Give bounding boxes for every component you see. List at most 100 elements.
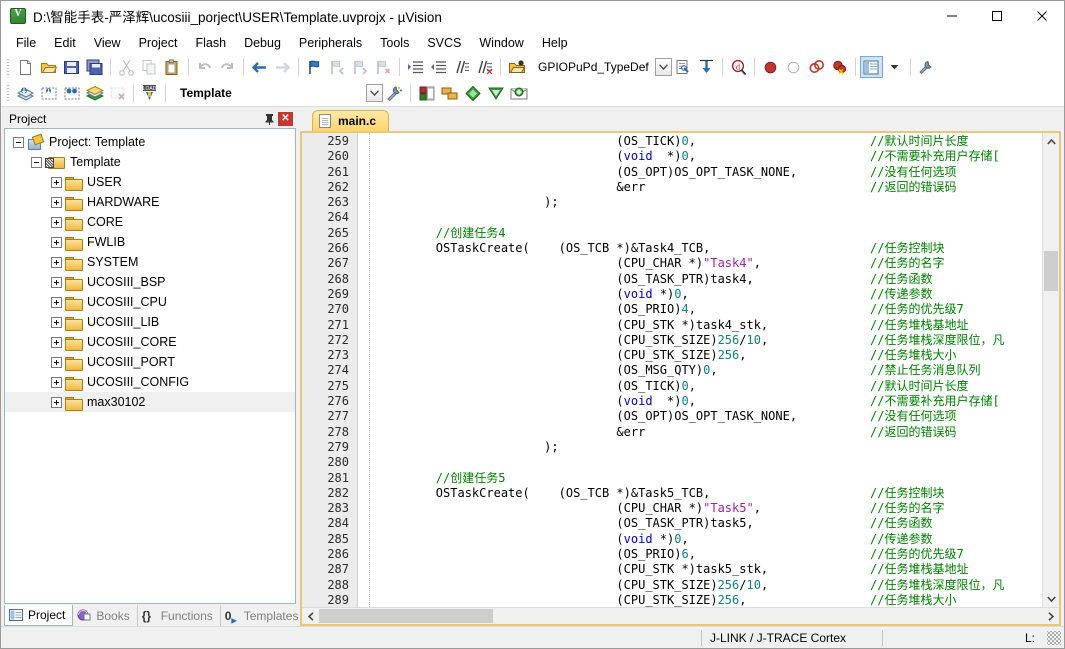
insert-breakpoint-icon[interactable]: [759, 56, 782, 78]
menu-file[interactable]: File: [7, 33, 45, 53]
rebuild-icon[interactable]: [60, 82, 83, 104]
menu-peripherals[interactable]: Peripherals: [290, 33, 371, 53]
cut-icon[interactable]: [115, 56, 138, 78]
comment-lines-icon[interactable]: [450, 56, 473, 78]
download-icon[interactable]: LOAD: [138, 82, 161, 104]
target-select-value[interactable]: Template: [180, 86, 360, 100]
bookmark-next-icon[interactable]: [349, 56, 372, 78]
menu-view[interactable]: View: [85, 33, 130, 53]
expander-toggle[interactable]: [51, 356, 62, 368]
code-line[interactable]: (CPU_STK *)task5_stk, //任务堆栈基地址: [370, 562, 1042, 577]
tree-node-ucosiii-port[interactable]: UCOSIII_PORT: [5, 352, 295, 372]
save-icon[interactable]: [60, 56, 83, 78]
menu-edit[interactable]: Edit: [45, 33, 85, 53]
manage-project-items-icon[interactable]: [415, 82, 438, 104]
new-file-icon[interactable]: [14, 56, 37, 78]
tree-node-project[interactable]: Project: Template: [5, 132, 295, 152]
code-line[interactable]: (void *)0, //不需要补充用户存储[: [370, 394, 1042, 409]
tab-books[interactable]: Books: [73, 605, 138, 626]
menu-help[interactable]: Help: [533, 33, 577, 53]
tree-node-target[interactable]: Template: [5, 152, 295, 172]
save-all-icon[interactable]: [83, 56, 106, 78]
code-line[interactable]: [370, 210, 1042, 225]
target-options-icon[interactable]: [383, 82, 406, 104]
configure-icon[interactable]: [915, 56, 938, 78]
undo-icon[interactable]: [193, 56, 216, 78]
menu-flash[interactable]: Flash: [186, 33, 235, 53]
code-line[interactable]: (CPU_STK_SIZE)256, //任务堆栈大小: [370, 348, 1042, 363]
scroll-right-chevron-right-icon[interactable]: [1042, 608, 1059, 624]
code-line[interactable]: (OS_OPT)OS_OPT_TASK_NONE, //没有任何选项: [370, 165, 1042, 180]
toolbar-grip[interactable]: [5, 57, 12, 77]
manage-multi-project-icon[interactable]: [438, 82, 461, 104]
code-line[interactable]: (CPU_STK_SIZE)256/10, //任务堆栈深度限位，凡: [370, 333, 1042, 348]
code-line[interactable]: (CPU_STK_SIZE)256/10, //任务堆栈深度限位，凡: [370, 578, 1042, 593]
redo-icon[interactable]: [216, 56, 239, 78]
manage-run-time-env-icon[interactable]: [484, 82, 507, 104]
vertical-scroll-track[interactable]: [1043, 150, 1059, 590]
code-line[interactable]: OSTaskCreate( (OS_TCB *)&Task5_TCB, //任务控…: [370, 486, 1042, 501]
code-line[interactable]: (void *)0, //传递参数: [370, 287, 1042, 302]
open-file-icon[interactable]: [37, 56, 60, 78]
code-line[interactable]: &err //返回的错误码: [370, 180, 1042, 195]
software-packs-icon[interactable]: [507, 82, 530, 104]
tree-node-hardware[interactable]: HARDWARE: [5, 192, 295, 212]
code-line[interactable]: (OS_TICK)0, //默认时间片长度: [370, 134, 1042, 149]
expander-toggle[interactable]: [51, 176, 62, 188]
resize-grip-icon[interactable]: [1047, 630, 1061, 645]
minimize-button[interactable]: [929, 1, 974, 31]
tree-node-fwlib[interactable]: FWLIB: [5, 232, 295, 252]
pin-icon[interactable]: [261, 111, 278, 127]
code-line[interactable]: (void *)0, //传递参数: [370, 532, 1042, 547]
tree-node-user[interactable]: USER: [5, 172, 295, 192]
tab-functions[interactable]: {} Functions: [138, 605, 221, 626]
navigate-back-icon[interactable]: [248, 56, 271, 78]
code-line[interactable]: &err //返回的错误码: [370, 425, 1042, 440]
code-line[interactable]: (CPU_STK_SIZE)256, //任务堆栈大小: [370, 593, 1042, 607]
code-line[interactable]: (OS_TASK_PTR)task5, //任务函数: [370, 516, 1042, 531]
horizontal-scroll-track[interactable]: [319, 608, 1042, 624]
vertical-scroll-thumb[interactable]: [1044, 251, 1058, 291]
open-documents-icon[interactable]: [505, 56, 528, 78]
expander-toggle[interactable]: [51, 296, 62, 308]
code-line[interactable]: );: [370, 195, 1042, 210]
kill-all-breakpoints-icon[interactable]: [805, 56, 828, 78]
project-panel-close-icon[interactable]: ✕: [278, 111, 293, 126]
tree-node-system[interactable]: SYSTEM: [5, 252, 295, 272]
menu-debug[interactable]: Debug: [235, 33, 290, 53]
symbol-field[interactable]: GPIOPuPd_TypeDef: [538, 60, 649, 74]
toolbar-grip[interactable]: [5, 83, 12, 103]
uncomment-lines-icon[interactable]: [473, 56, 496, 78]
expander-toggle[interactable]: [51, 216, 62, 228]
tree-node-ucosiii-config[interactable]: UCOSIII_CONFIG: [5, 372, 295, 392]
document-tab-main-c[interactable]: main.c: [312, 110, 390, 131]
code-line[interactable]: (OS_TASK_PTR)task4, //任务函数: [370, 272, 1042, 287]
paste-icon[interactable]: [161, 56, 184, 78]
expander-toggle[interactable]: [51, 256, 62, 268]
expander-toggle[interactable]: [51, 316, 62, 328]
editor-horizontal-scrollbar[interactable]: [302, 607, 1059, 624]
expander-toggle[interactable]: [51, 276, 62, 288]
scroll-down-chevron-down-icon[interactable]: [1043, 590, 1059, 607]
expander-toggle[interactable]: [51, 396, 62, 408]
indent-increase-icon[interactable]: [404, 56, 427, 78]
menu-svcs[interactable]: SVCS: [418, 33, 470, 53]
code-line[interactable]: (OS_MSG_QTY)0, //禁止任务消息队列: [370, 363, 1042, 378]
tree-node-core[interactable]: CORE: [5, 212, 295, 232]
menu-project[interactable]: Project: [130, 33, 187, 53]
tree-node-ucosiii-bsp[interactable]: UCOSIII_BSP: [5, 272, 295, 292]
code-line[interactable]: OSTaskCreate( (OS_TCB *)&Task4_TCB, //任务控…: [370, 241, 1042, 256]
bookmark-prev-icon[interactable]: [326, 56, 349, 78]
expander-toggle[interactable]: [51, 376, 62, 388]
tree-node-ucosiii-lib[interactable]: UCOSIII_LIB: [5, 312, 295, 332]
bookmark-search-icon[interactable]: d: [727, 56, 750, 78]
scroll-left-chevron-left-icon[interactable]: [302, 608, 319, 624]
code-line[interactable]: (OS_PRIO)4, //任务的优先级7: [370, 302, 1042, 317]
project-tree[interactable]: Project: Template Template USER HARDWARE…: [4, 128, 296, 604]
goto-definition-icon[interactable]: [695, 56, 718, 78]
indent-decrease-icon[interactable]: [427, 56, 450, 78]
breakpoint-column[interactable]: [358, 133, 370, 607]
navigate-forward-icon[interactable]: [271, 56, 294, 78]
menu-tools[interactable]: Tools: [371, 33, 418, 53]
tree-node-max30102[interactable]: max30102: [5, 392, 295, 412]
